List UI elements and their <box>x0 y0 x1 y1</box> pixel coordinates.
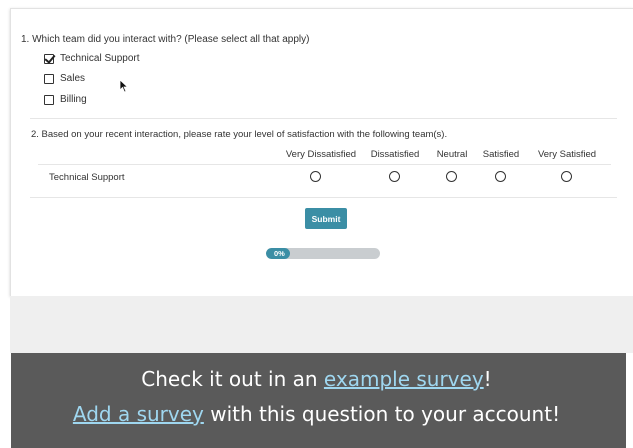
section-divider <box>30 118 617 119</box>
radio-dissatisfied[interactable] <box>389 171 400 182</box>
radio-very-satisfied[interactable] <box>561 171 572 182</box>
option-label: Technical Support <box>60 53 140 64</box>
column-header-very-satisfied: Very Satisfied <box>537 149 597 160</box>
example-survey-link[interactable]: example survey <box>324 367 484 391</box>
progress-label: 0% <box>274 249 285 258</box>
column-header-neutral: Neutral <box>436 149 468 160</box>
radio-very-dissatisfied[interactable] <box>310 171 321 182</box>
option-billing[interactable]: Billing <box>44 94 87 105</box>
table-header-divider <box>38 164 611 165</box>
checkbox-checked-icon[interactable] <box>44 53 54 64</box>
banner-text: with this question to your account! <box>203 402 561 426</box>
checkbox-icon[interactable] <box>44 94 54 105</box>
question-1-title: 1. Which team did you interact with? (Pl… <box>21 34 310 45</box>
banner-text: Check it out in an <box>141 367 324 391</box>
checkbox-icon[interactable] <box>44 73 54 84</box>
add-survey-link[interactable]: Add a survey <box>73 402 204 426</box>
column-header-very-dissatisfied: Very Dissatisfied <box>285 149 357 160</box>
column-header-dissatisfied: Dissatisfied <box>370 149 420 160</box>
radio-neutral[interactable] <box>446 171 457 182</box>
option-sales[interactable]: Sales <box>44 73 85 84</box>
section-divider <box>30 197 617 198</box>
banner-line-2: Add a survey with this question to your … <box>0 402 633 426</box>
radio-satisfied[interactable] <box>495 171 506 182</box>
option-label: Sales <box>60 73 86 84</box>
column-header-satisfied: Satisfied <box>482 149 520 160</box>
mouse-cursor-icon <box>119 79 129 93</box>
question-2-title: 2. Based on your recent interaction, ple… <box>31 129 448 140</box>
submit-button[interactable]: Submit <box>305 208 347 229</box>
banner-line-1: Check it out in an example survey! <box>0 367 633 391</box>
matrix-row-label: Technical Support <box>49 172 125 183</box>
progress-bar: 0% <box>266 248 380 259</box>
option-technical-support[interactable]: Technical Support <box>44 53 140 64</box>
banner-text: ! <box>483 367 492 391</box>
survey-footer-area <box>10 296 633 353</box>
option-label: Billing <box>60 94 87 105</box>
